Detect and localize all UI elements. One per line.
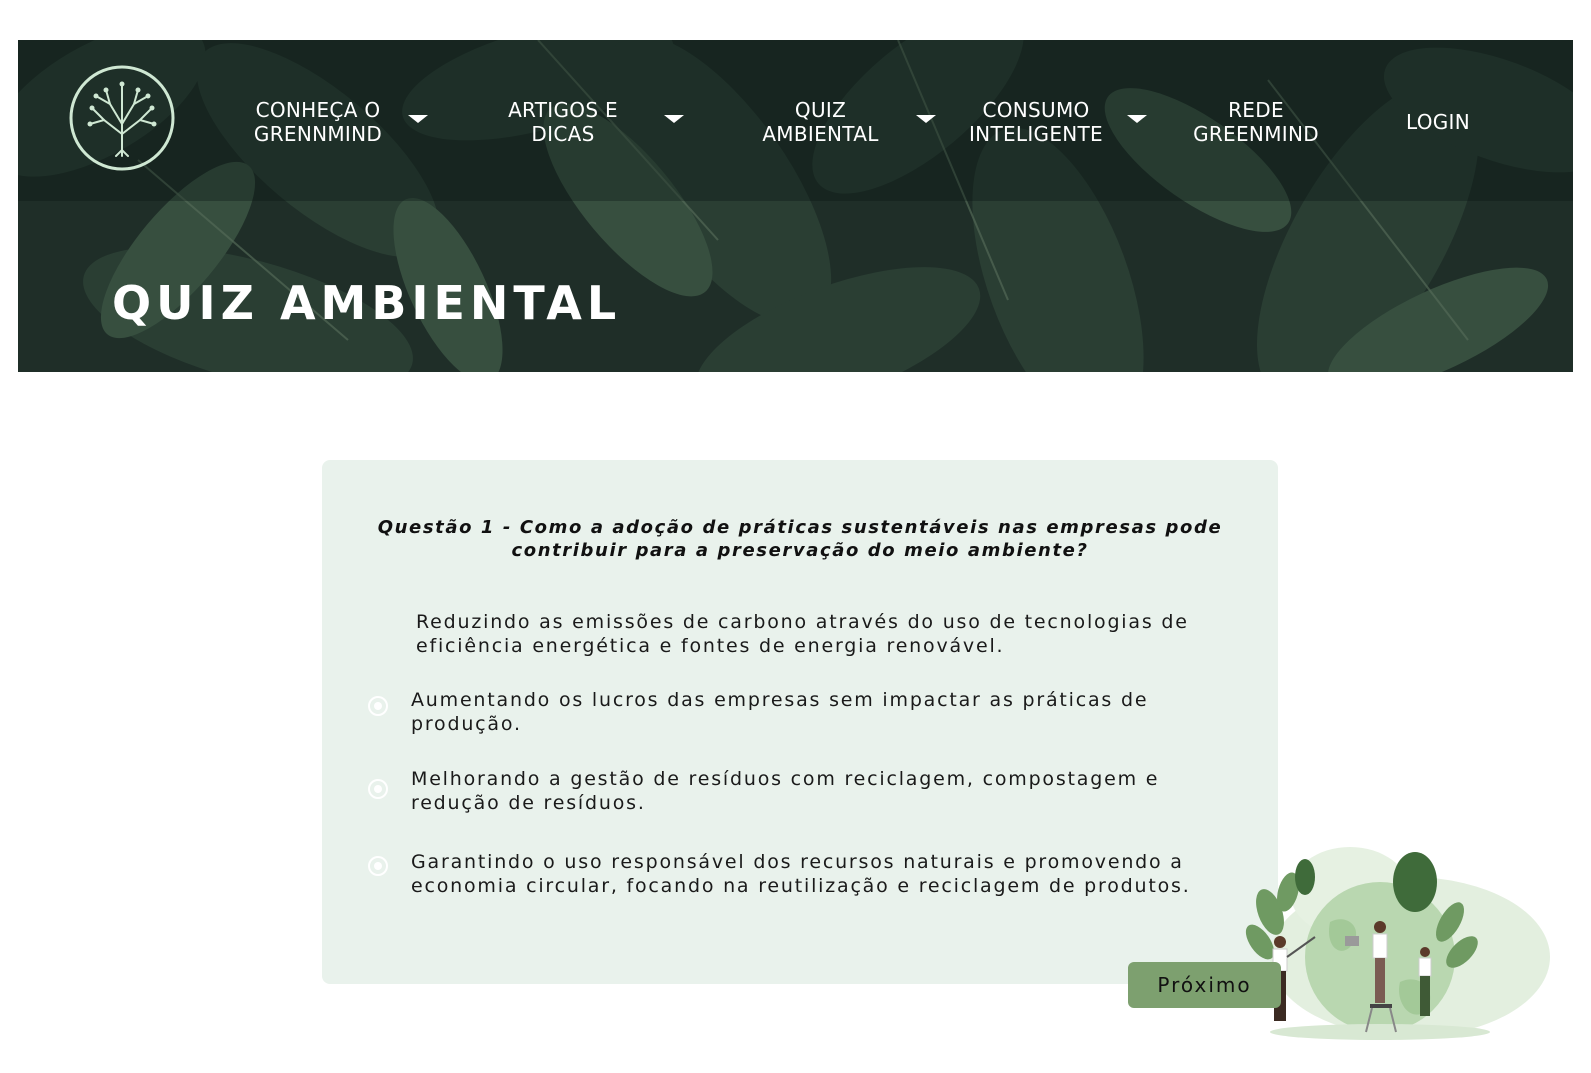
question-text: Questão 1 - Como a adoção de práticas su… [362,516,1238,562]
nav-item-rede[interactable]: REDE GREENMIND [1186,98,1326,146]
option-line: eficiência energética e fontes de energi… [416,635,1005,657]
option-line: produção. [411,713,522,735]
nav-item-label: REDE [1228,98,1284,122]
option-line: Aumentando os lucros das empresas sem im… [411,689,1149,711]
nav-item-label: DICAS [531,122,595,146]
nav-item-login[interactable]: LOGIN [1398,110,1478,134]
nav-item-label: QUIZ [794,98,847,122]
chevron-down-icon[interactable] [664,115,684,123]
nav-item-label: INTELIGENTE [968,122,1103,146]
nav-item-artigos[interactable]: ARTIGOS E DICAS [508,98,618,146]
quiz-option-3[interactable]: Melhorando a gestão de resíduos com reci… [411,767,1159,815]
option-line: redução de resíduos. [411,792,646,814]
nav-item-quiz[interactable]: QUIZ AMBIENTAL [758,98,883,146]
radio-button-option-3[interactable] [368,779,388,799]
nav-item-label: ARTIGOS E [508,98,618,122]
nav-item-label: GRENNMIND [253,122,383,146]
option-line: Garantindo o uso responsável dos recurso… [411,851,1184,873]
quiz-option-2[interactable]: Aumentando os lucros das empresas sem im… [411,688,1148,736]
hero-banner: CONHEÇA O GRENNMIND ARTIGOS E DICAS QUIZ… [18,40,1573,372]
nav-item-label: GREENMIND [1193,122,1319,146]
option-line: Melhorando a gestão de resíduos com reci… [411,768,1160,790]
page-title: QUIZ AMBIENTAL [112,276,622,330]
nav-item-label: LOGIN [1405,110,1471,134]
earth-care-illustration [1245,847,1550,1040]
quiz-option-1[interactable]: Reduzindo as emissões de carbono através… [416,610,1189,658]
quiz-card: Questão 1 - Como a adoção de práticas su… [322,460,1278,984]
nav-item-conheca[interactable]: CONHEÇA O GRENNMIND [248,98,388,146]
chevron-down-icon[interactable] [408,115,428,123]
next-button[interactable]: Próximo [1128,962,1281,1008]
chevron-down-icon[interactable] [1127,115,1147,123]
option-line: Reduzindo as emissões de carbono através… [416,611,1189,633]
chevron-down-icon[interactable] [916,115,936,123]
nav-item-label: CONHEÇA O [255,98,381,122]
quiz-option-4[interactable]: Garantindo o uso responsável dos recurso… [411,850,1191,898]
question-line: Questão 1 - Como a adoção de práticas su… [377,517,1223,538]
tree-logo-icon[interactable] [68,64,176,172]
nav-item-label: AMBIENTAL [762,122,879,146]
question-line: contribuir para a preservação do meio am… [511,540,1089,561]
nav-item-label: CONSUMO [982,98,1090,122]
nav-item-consumo[interactable]: CONSUMO INTELIGENTE [966,98,1106,146]
option-line: economia circular, focando na reutilizaç… [411,875,1191,897]
radio-button-option-4[interactable] [368,856,388,876]
radio-button-option-2[interactable] [368,696,388,716]
